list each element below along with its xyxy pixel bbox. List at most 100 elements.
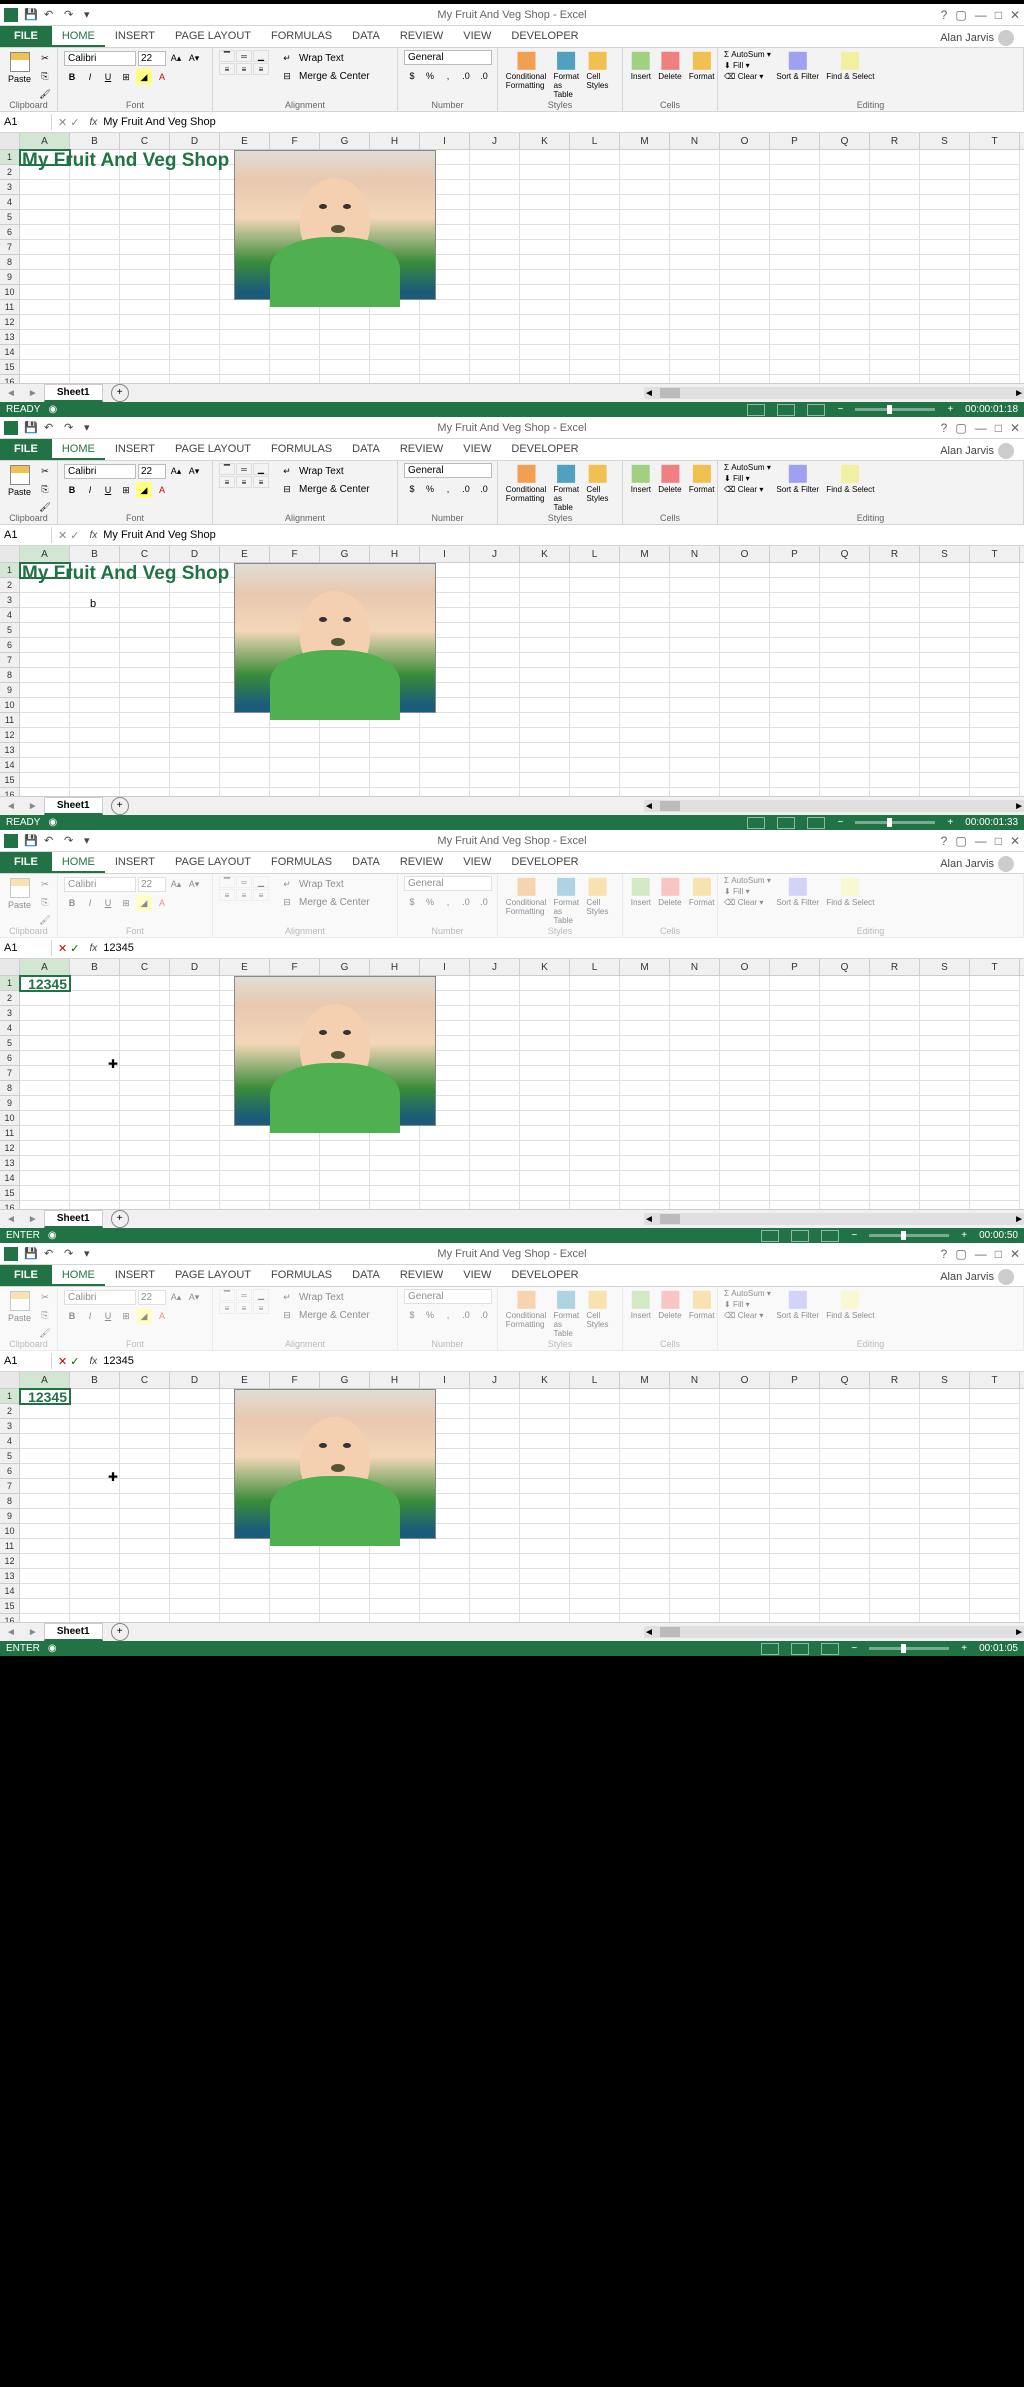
cell-E15[interactable] xyxy=(220,1599,270,1614)
cell-A14[interactable] xyxy=(20,345,70,360)
cell-M4[interactable] xyxy=(620,608,670,623)
cell-L6[interactable] xyxy=(570,1464,620,1479)
increase-decimal-icon[interactable]: .0 xyxy=(458,894,474,910)
cell-P13[interactable] xyxy=(770,743,820,758)
cell-Q11[interactable] xyxy=(820,300,870,315)
cell-I13[interactable] xyxy=(420,330,470,345)
cell-B10[interactable] xyxy=(70,1524,120,1539)
cell-K5[interactable] xyxy=(520,1036,570,1051)
cell-G12[interactable] xyxy=(320,1554,370,1569)
cell-O11[interactable] xyxy=(720,300,770,315)
copy-icon[interactable]: ⎘ xyxy=(37,894,53,910)
fill-button[interactable]: ⬇ Fill ▾ xyxy=(724,1300,771,1310)
cell-A4[interactable] xyxy=(20,1021,70,1036)
cell-F13[interactable] xyxy=(270,330,320,345)
cell-K4[interactable] xyxy=(520,1021,570,1036)
cell-K14[interactable] xyxy=(520,345,570,360)
cell-O7[interactable] xyxy=(720,240,770,255)
cell-J1[interactable] xyxy=(470,976,520,991)
decrease-font-icon[interactable]: A▾ xyxy=(186,50,202,66)
cell-O4[interactable] xyxy=(720,1434,770,1449)
ribbon-opts-icon[interactable]: ▢ xyxy=(955,421,966,435)
save-icon[interactable]: 💾 xyxy=(24,1247,38,1261)
sort-filter-button[interactable]: Sort & Filter xyxy=(775,876,821,908)
maximize-icon[interactable]: □ xyxy=(995,8,1002,22)
cell-N3[interactable] xyxy=(670,180,720,195)
cell-Q1[interactable] xyxy=(820,1389,870,1404)
decrease-font-icon[interactable]: A▾ xyxy=(186,463,202,479)
cell-J5[interactable] xyxy=(470,1449,520,1464)
cell-B3[interactable] xyxy=(70,1419,120,1434)
cell-B8[interactable] xyxy=(70,1081,120,1096)
cell-T5[interactable] xyxy=(970,1449,1020,1464)
cancel-entry-icon[interactable]: ✕ xyxy=(58,529,67,542)
cell-E15[interactable] xyxy=(220,773,270,788)
cell-T10[interactable] xyxy=(970,1524,1020,1539)
cell-K16[interactable] xyxy=(520,1201,570,1209)
cell-P4[interactable] xyxy=(770,1434,820,1449)
cell-C7[interactable] xyxy=(120,653,170,668)
tab-insert[interactable]: INSERT xyxy=(105,439,165,460)
cell-T8[interactable] xyxy=(970,668,1020,683)
cell-C9[interactable] xyxy=(120,683,170,698)
cell-O14[interactable] xyxy=(720,1171,770,1186)
cell-B9[interactable] xyxy=(70,270,120,285)
cell-M10[interactable] xyxy=(620,285,670,300)
minimize-icon[interactable]: — xyxy=(975,8,987,22)
cell-T5[interactable] xyxy=(970,623,1020,638)
cell-R15[interactable] xyxy=(870,360,920,375)
col-header-P[interactable]: P xyxy=(770,133,820,149)
cell-R9[interactable] xyxy=(870,1096,920,1111)
cell-A5[interactable] xyxy=(20,1449,70,1464)
cell-H12[interactable] xyxy=(370,315,420,330)
cell-O7[interactable] xyxy=(720,1479,770,1494)
col-header-M[interactable]: M xyxy=(620,546,670,562)
cell-C2[interactable] xyxy=(120,1404,170,1419)
find-select-button[interactable]: Find & Select xyxy=(824,50,876,82)
cell-C3[interactable] xyxy=(120,1419,170,1434)
cell-K11[interactable] xyxy=(520,300,570,315)
col-header-M[interactable]: M xyxy=(620,959,670,975)
cell-O10[interactable] xyxy=(720,698,770,713)
cell-K1[interactable] xyxy=(520,563,570,578)
decrease-font-icon[interactable]: A▾ xyxy=(186,876,202,892)
paste-button[interactable]: Paste xyxy=(6,1289,33,1325)
cell-J12[interactable] xyxy=(470,1554,520,1569)
cell-L8[interactable] xyxy=(570,1494,620,1509)
cell-D4[interactable] xyxy=(170,195,220,210)
cell-M7[interactable] xyxy=(620,1479,670,1494)
cell-S14[interactable] xyxy=(920,1171,970,1186)
horizontal-scrollbar[interactable]: ◄► xyxy=(644,387,1024,399)
cell-D5[interactable] xyxy=(170,1449,220,1464)
row-header-15[interactable]: 15 xyxy=(0,1599,20,1614)
cut-icon[interactable]: ✂ xyxy=(37,463,53,479)
col-header-D[interactable]: D xyxy=(170,133,220,149)
fill-color-button[interactable]: ◢ xyxy=(136,1308,152,1324)
cell-P11[interactable] xyxy=(770,1126,820,1141)
cell-C5[interactable] xyxy=(120,623,170,638)
col-header-C[interactable]: C xyxy=(120,546,170,562)
border-button[interactable]: ⊞ xyxy=(118,1308,134,1324)
align-middle-icon[interactable]: ═ xyxy=(236,50,252,62)
row-header-14[interactable]: 14 xyxy=(0,1171,20,1186)
cell-C12[interactable] xyxy=(120,315,170,330)
cell-A1[interactable]: My Fruit And Veg Shop xyxy=(20,563,70,578)
cell-C16[interactable] xyxy=(120,1614,170,1622)
cell-A16[interactable] xyxy=(20,1614,70,1622)
tab-review[interactable]: REVIEW xyxy=(390,26,453,47)
col-header-L[interactable]: L xyxy=(570,959,620,975)
cell-D14[interactable] xyxy=(170,758,220,773)
cell-E16[interactable] xyxy=(220,375,270,383)
cell-T9[interactable] xyxy=(970,1509,1020,1524)
cell-P5[interactable] xyxy=(770,623,820,638)
cell-D6[interactable] xyxy=(170,638,220,653)
bold-button[interactable]: B xyxy=(64,482,80,498)
tab-page-layout[interactable]: PAGE LAYOUT xyxy=(165,26,261,47)
cell-L4[interactable] xyxy=(570,1021,620,1036)
tab-developer[interactable]: DEVELOPER xyxy=(501,26,588,47)
select-all-button[interactable] xyxy=(0,546,20,562)
cell-K12[interactable] xyxy=(520,728,570,743)
col-header-F[interactable]: F xyxy=(270,133,320,149)
help-icon[interactable]: ? xyxy=(941,421,948,435)
cell-B3[interactable] xyxy=(70,180,120,195)
